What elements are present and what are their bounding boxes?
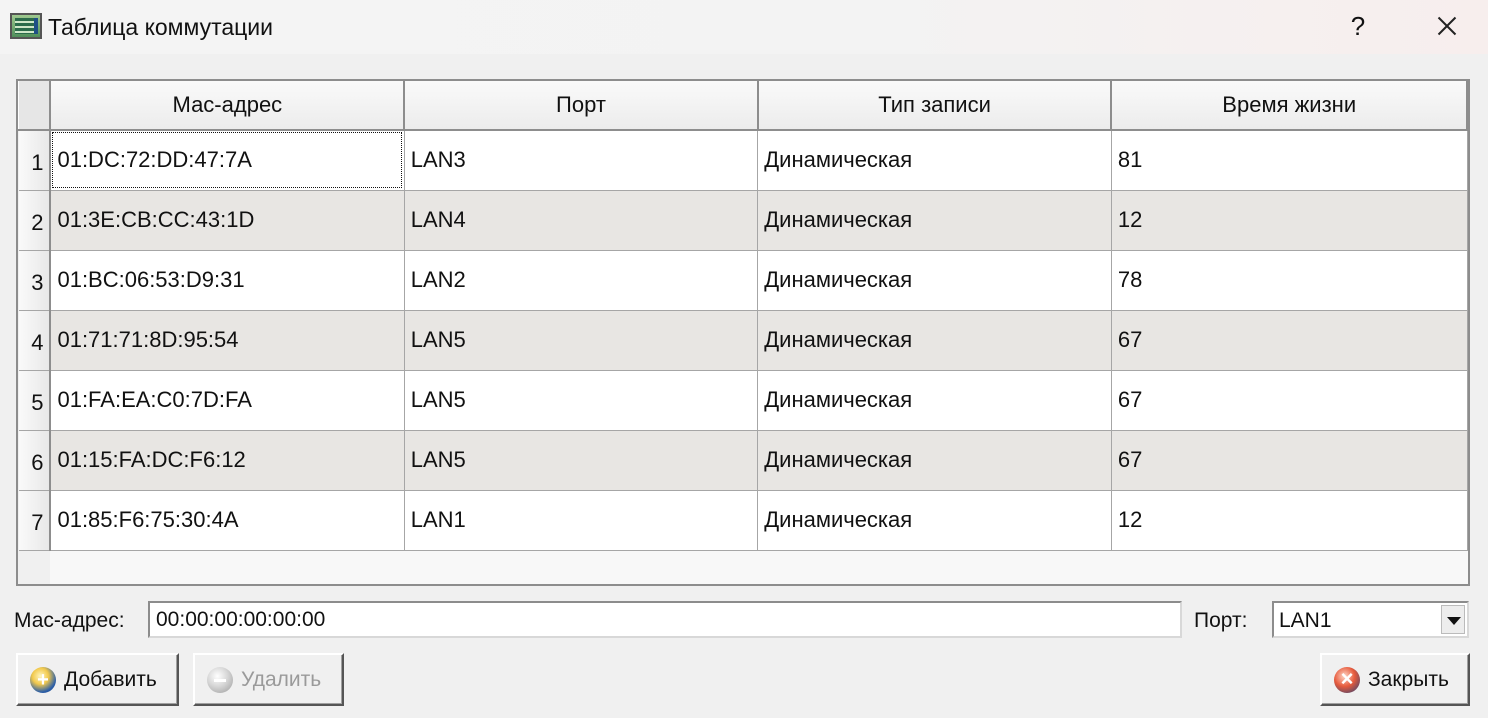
cell-mac[interactable]: 01:85:F6:75:30:4A [50, 490, 405, 551]
add-button[interactable]: Добавить [16, 653, 179, 706]
cell-port[interactable]: LAN5 [404, 430, 759, 491]
cell-port[interactable]: LAN2 [404, 250, 759, 311]
help-button[interactable]: ? [1340, 8, 1376, 44]
window-title: Таблица коммутации [48, 14, 274, 40]
table-row[interactable]: 2 01:3E:CB:CC:43:1D LAN4 Динамическая 12 [18, 190, 1468, 251]
cell-ttl[interactable]: 67 [1111, 370, 1468, 431]
cell-port[interactable]: LAN1 [404, 490, 759, 551]
port-select[interactable]: LAN1 [1272, 601, 1469, 638]
port-select-value: LAN1 [1279, 609, 1332, 632]
row-header[interactable]: 2 [18, 190, 52, 251]
table-row[interactable]: 7 01:85:F6:75:30:4A LAN1 Динамическая 12 [18, 490, 1468, 551]
title-bar: Таблица коммутации ? [0, 0, 1488, 54]
cell-port[interactable]: LAN5 [404, 370, 759, 431]
table-row[interactable]: 1 01:DC:72:DD:47:7A LAN3 Динамическая 81 [18, 130, 1468, 191]
cell-ttl[interactable]: 67 [1111, 310, 1468, 371]
cell-type[interactable]: Динамическая [757, 310, 1112, 371]
cell-ttl[interactable]: 12 [1111, 190, 1468, 251]
row-header[interactable]: 3 [18, 250, 52, 311]
cell-ttl[interactable]: 12 [1111, 490, 1468, 551]
mac-address-input[interactable] [148, 601, 1182, 638]
cell-type[interactable]: Динамическая [757, 430, 1112, 491]
cell-type[interactable]: Динамическая [757, 190, 1112, 251]
cell-mac[interactable]: 01:DC:72:DD:47:7A [50, 130, 405, 191]
row-header[interactable]: 6 [18, 430, 52, 491]
switching-table: Мас-адрес Порт Тип записи Время жизни 1 … [16, 79, 1470, 586]
cell-ttl[interactable]: 78 [1111, 250, 1468, 311]
delete-button-label: Удалить [241, 667, 322, 691]
table-empty-area [50, 551, 1468, 584]
cell-mac[interactable]: 01:BC:06:53:D9:31 [50, 250, 405, 311]
close-window-icon[interactable] [1428, 8, 1464, 44]
mac-label: Мас-адрес: [14, 609, 125, 632]
cell-type[interactable]: Динамическая [757, 130, 1112, 191]
delete-button[interactable]: Удалить [193, 653, 344, 706]
column-header-ttl[interactable]: Время жизни [1110, 81, 1468, 131]
column-header-port[interactable]: Порт [403, 81, 759, 131]
cell-port[interactable]: LAN4 [404, 190, 759, 251]
cell-port[interactable]: LAN3 [404, 130, 759, 191]
cell-ttl[interactable]: 67 [1111, 430, 1468, 491]
close-button[interactable]: Закрыть [1320, 653, 1470, 706]
cell-port[interactable]: LAN5 [404, 310, 759, 371]
chevron-down-icon[interactable] [1441, 605, 1465, 634]
table-row[interactable]: 5 01:FA:EA:C0:7D:FA LAN5 Динамическая 67 [18, 370, 1468, 431]
app-icon [10, 13, 42, 39]
cell-type[interactable]: Динамическая [757, 370, 1112, 431]
switching-table-grid: Мас-адрес Порт Тип записи Время жизни 1 … [18, 81, 1468, 551]
cell-mac[interactable]: 01:FA:EA:C0:7D:FA [50, 370, 405, 431]
table-corner[interactable] [18, 81, 52, 131]
cell-type[interactable]: Динамическая [757, 250, 1112, 311]
close-button-label: Закрыть [1368, 667, 1449, 691]
table-row[interactable]: 6 01:15:FA:DC:F6:12 LAN5 Динамическая 67 [18, 430, 1468, 491]
close-icon [1334, 666, 1360, 693]
cell-mac[interactable]: 01:3E:CB:CC:43:1D [50, 190, 405, 251]
row-header[interactable]: 5 [18, 370, 52, 431]
column-header-mac[interactable]: Мас-адрес [49, 81, 406, 131]
remove-icon [207, 666, 233, 693]
add-icon [30, 666, 56, 693]
row-header[interactable]: 4 [18, 310, 52, 371]
table-row[interactable]: 4 01:71:71:8D:95:54 LAN5 Динамическая 67 [18, 310, 1468, 371]
cell-mac[interactable]: 01:15:FA:DC:F6:12 [50, 430, 405, 491]
port-label: Порт: [1194, 609, 1248, 632]
cell-type[interactable]: Динамическая [757, 490, 1112, 551]
row-header[interactable]: 7 [18, 490, 52, 551]
cell-ttl[interactable]: 81 [1111, 130, 1468, 191]
cell-mac[interactable]: 01:71:71:8D:95:54 [50, 310, 405, 371]
table-row[interactable]: 3 01:BC:06:53:D9:31 LAN2 Динамическая 78 [18, 250, 1468, 311]
add-button-label: Добавить [64, 667, 157, 691]
column-header-type[interactable]: Тип записи [757, 81, 1113, 131]
row-header[interactable]: 1 [18, 130, 52, 191]
